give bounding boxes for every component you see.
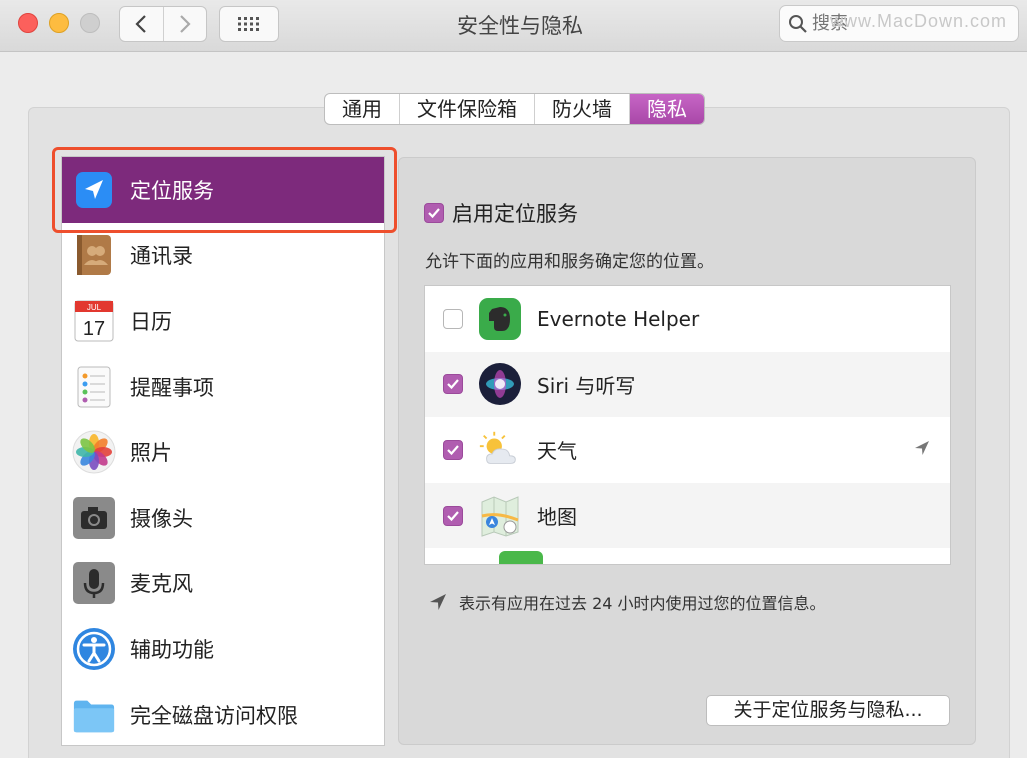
enable-location-services-row[interactable]: 启用定位服务 — [424, 198, 578, 228]
sidebar-item-label: 完全磁盘访问权限 — [130, 703, 298, 728]
enable-location-checkbox[interactable] — [424, 203, 444, 223]
app-checkbox[interactable] — [443, 439, 463, 460]
checkmark-icon — [447, 445, 459, 456]
enable-location-label: 启用定位服务 — [452, 202, 578, 226]
sidebar-item-reminders[interactable]: 提醒事项 — [62, 354, 384, 420]
sidebar-item-location-services[interactable]: 定位服务 — [62, 157, 384, 223]
sidebar-item-contacts[interactable]: 通讯录 — [62, 223, 384, 289]
app-row-weather[interactable]: 天气 — [425, 417, 950, 483]
app-row-evernote-helper[interactable]: Evernote Helper — [425, 286, 950, 352]
app-row-partial — [425, 548, 950, 564]
maps-icon — [477, 493, 523, 539]
contacts-icon — [72, 233, 116, 277]
location-app-list[interactable]: Evernote Helper Siri 与听写 天气 地图 — [424, 285, 951, 565]
back-forward-group — [119, 6, 207, 42]
checkmark-icon — [447, 510, 459, 521]
checkmark-icon — [447, 379, 459, 390]
app-name: Evernote Helper — [537, 306, 700, 331]
sidebar-item-label: 摄像头 — [130, 506, 193, 531]
back-button[interactable] — [120, 7, 163, 41]
tab-firewall[interactable]: 防火墙 — [534, 94, 629, 124]
svg-text:JUL: JUL — [87, 303, 102, 312]
sidebar-item-label: 提醒事项 — [130, 375, 214, 400]
checkmark-icon — [428, 208, 440, 219]
tab-filevault[interactable]: 文件保险箱 — [399, 94, 534, 124]
minimize-window-button[interactable] — [49, 13, 69, 33]
sidebar-item-full-disk-access[interactable]: 完全磁盘访问权限 — [62, 682, 384, 745]
sidebar-item-microphone[interactable]: 麦克风 — [62, 551, 384, 617]
accessibility-icon — [72, 627, 116, 671]
location-arrow-icon — [430, 594, 446, 610]
title-bar: 安全性与隐私 www.MacDown.com — [0, 0, 1027, 52]
close-window-button[interactable] — [18, 13, 38, 33]
app-row-maps[interactable]: 地图 — [425, 482, 950, 549]
sidebar-item-label: 日历 — [130, 309, 172, 334]
tab-bar: 通用 文件保险箱 防火墙 隐私 — [324, 93, 705, 125]
photos-icon — [72, 430, 116, 474]
sidebar-item-calendar[interactable]: JUL 17 日历 — [62, 288, 384, 354]
privacy-category-list: 定位服务 通讯录 JUL 17 日历 提醒事项 照片 摄像头 麦克风 辅助功能 … — [61, 156, 385, 746]
location-arrow-icon — [72, 168, 116, 212]
recent-location-use-icon — [915, 441, 929, 456]
sidebar-item-label: 定位服务 — [130, 178, 214, 203]
sidebar-item-label: 通讯录 — [130, 244, 193, 269]
evernote-icon — [477, 296, 523, 342]
location-description: 允许下面的应用和服务确定您的位置。 — [425, 252, 714, 272]
sidebar-item-photos[interactable]: 照片 — [62, 419, 384, 485]
search-icon — [789, 14, 807, 33]
zoom-window-button[interactable] — [80, 13, 100, 33]
microphone-icon — [72, 561, 116, 605]
chevron-right-icon — [179, 15, 191, 33]
forward-button[interactable] — [162, 7, 207, 41]
app-icon-partial — [499, 551, 543, 564]
reminders-icon — [72, 365, 116, 409]
folder-icon — [72, 693, 116, 737]
camera-icon — [72, 496, 116, 540]
calendar-icon: JUL 17 — [72, 299, 116, 343]
app-name: Siri 与听写 — [537, 373, 636, 398]
sidebar-item-label: 辅助功能 — [130, 637, 214, 662]
tab-general[interactable]: 通用 — [325, 94, 399, 124]
recent-use-footnote: 表示有应用在过去 24 小时内使用过您的位置信息。 — [429, 590, 826, 614]
siri-icon — [477, 361, 523, 407]
window-title: 安全性与隐私 — [457, 14, 583, 38]
app-checkbox[interactable] — [443, 374, 463, 395]
show-all-button[interactable] — [219, 6, 279, 42]
app-name: 地图 — [537, 505, 577, 530]
app-checkbox[interactable] — [443, 308, 463, 329]
sidebar-item-label: 照片 — [130, 441, 172, 466]
grid-icon — [238, 17, 259, 31]
app-checkbox[interactable] — [443, 505, 463, 526]
app-row-siri[interactable]: Siri 与听写 — [425, 351, 950, 418]
sidebar-item-accessibility[interactable]: 辅助功能 — [62, 616, 384, 682]
app-name: 天气 — [537, 439, 577, 464]
sidebar-item-camera[interactable]: 摄像头 — [62, 485, 384, 551]
sidebar-item-label: 麦克风 — [130, 572, 193, 597]
tab-privacy[interactable]: 隐私 — [629, 94, 704, 124]
svg-text:17: 17 — [83, 318, 105, 340]
footnote-text: 表示有应用在过去 24 小时内使用过您的位置信息。 — [459, 594, 826, 613]
about-location-privacy-button[interactable]: 关于定位服务与隐私... — [706, 695, 950, 726]
chevron-left-icon — [135, 15, 147, 33]
weather-icon — [477, 427, 523, 473]
watermark-text: www.MacDown.com — [830, 11, 1008, 31]
